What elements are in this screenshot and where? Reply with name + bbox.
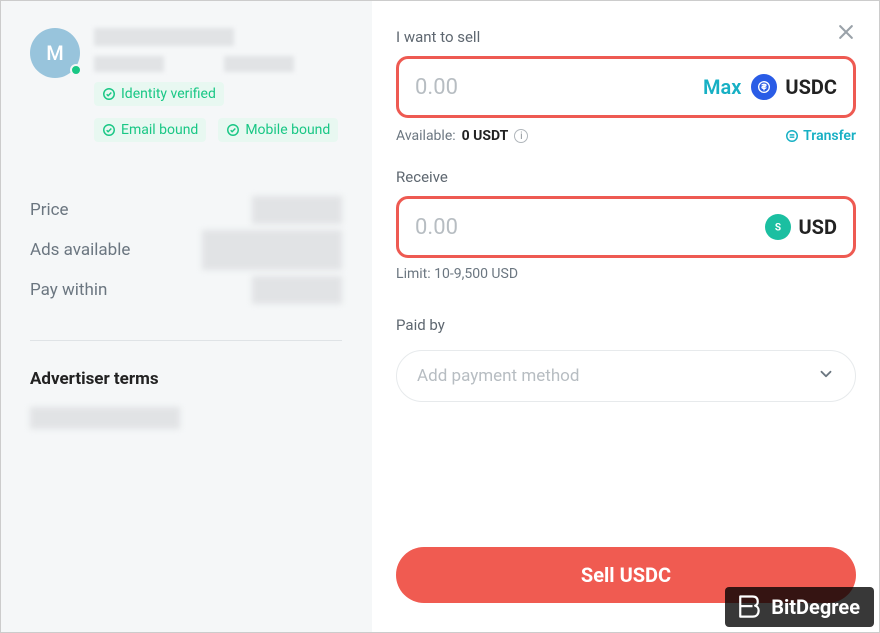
detail-label: Ads available [30,240,130,260]
usd-icon: S [765,214,791,240]
avatar-wrap: M [30,28,80,78]
bitdegree-logo-icon [735,593,763,621]
max-button[interactable]: Max [703,75,741,99]
redacted-stat [94,56,164,72]
verification-badges: Identity verified Email bound Mobile bou… [94,82,342,142]
check-circle-icon [102,123,116,137]
badge-label: Email bound [121,122,198,138]
watermark: BitDegree [725,587,874,627]
badge-mobile-bound: Mobile bound [218,118,338,142]
advertiser-terms-section: Advertiser terms [30,369,342,429]
detail-row-price: Price [30,190,342,230]
paid-by-label: Paid by [396,316,856,334]
available-prefix: Available: [396,128,456,144]
redacted-value [202,230,342,270]
sell-currency: USDC [751,74,837,100]
receive-label: Receive [396,168,856,186]
close-icon [836,22,856,42]
payment-method-placeholder: Add payment method [417,366,579,386]
detail-label: Price [30,200,69,220]
receive-amount-box[interactable]: S USD [396,196,856,258]
presence-indicator [70,64,82,76]
currency-label: USDC [785,75,837,99]
order-form: I want to sell Max USDC Available: 0 USD… [372,0,880,633]
advertiser-details: Price Ads available Pay within [30,190,342,310]
redacted-stats-row [94,56,342,72]
detail-row-pay-within: Pay within [30,270,342,310]
payment-method-select[interactable]: Add payment method [396,350,856,402]
sell-amount-input[interactable] [415,75,693,100]
detail-row-ads: Ads available [30,230,342,270]
available-value: 0 USDT [462,128,509,144]
check-circle-icon [226,123,240,137]
receive-amount-input[interactable] [415,215,754,240]
chevron-down-icon [817,365,835,388]
redacted-value [252,196,342,224]
transfer-label: Transfer [803,128,856,144]
badge-identity-verified: Identity verified [94,82,224,106]
usdc-icon [751,74,777,100]
profile-row: M Identity verified Email bound [30,28,342,142]
badge-label: Mobile bound [245,122,330,138]
close-button[interactable] [834,20,858,44]
available-row: Available: 0 USDT i Transfer [396,128,856,144]
available-text: Available: 0 USDT i [396,128,528,144]
currency-label: USD [799,215,838,239]
watermark-text: BitDegree [771,595,860,619]
badge-email-bound: Email bound [94,118,206,142]
advertiser-terms-heading: Advertiser terms [30,369,342,389]
profile-body: Identity verified Email bound Mobile bou… [94,28,342,142]
sell-amount-box[interactable]: Max USDC [396,56,856,118]
redacted-terms [30,407,180,429]
detail-label: Pay within [30,280,107,300]
transfer-link[interactable]: Transfer [785,128,856,144]
badge-label: Identity verified [121,86,216,102]
redacted-value [252,276,342,304]
divider [30,340,342,341]
svg-text:S: S [774,222,780,233]
redacted-stat [224,56,294,72]
info-icon[interactable]: i [514,129,528,143]
check-circle-icon [102,87,116,101]
sell-label: I want to sell [396,28,856,46]
transfer-icon [785,129,799,143]
receive-currency: S USD [765,214,838,240]
advertiser-panel: M Identity verified Email bound [0,0,372,633]
redacted-name [94,28,234,46]
limit-text: Limit: 10-9,500 USD [396,266,856,282]
